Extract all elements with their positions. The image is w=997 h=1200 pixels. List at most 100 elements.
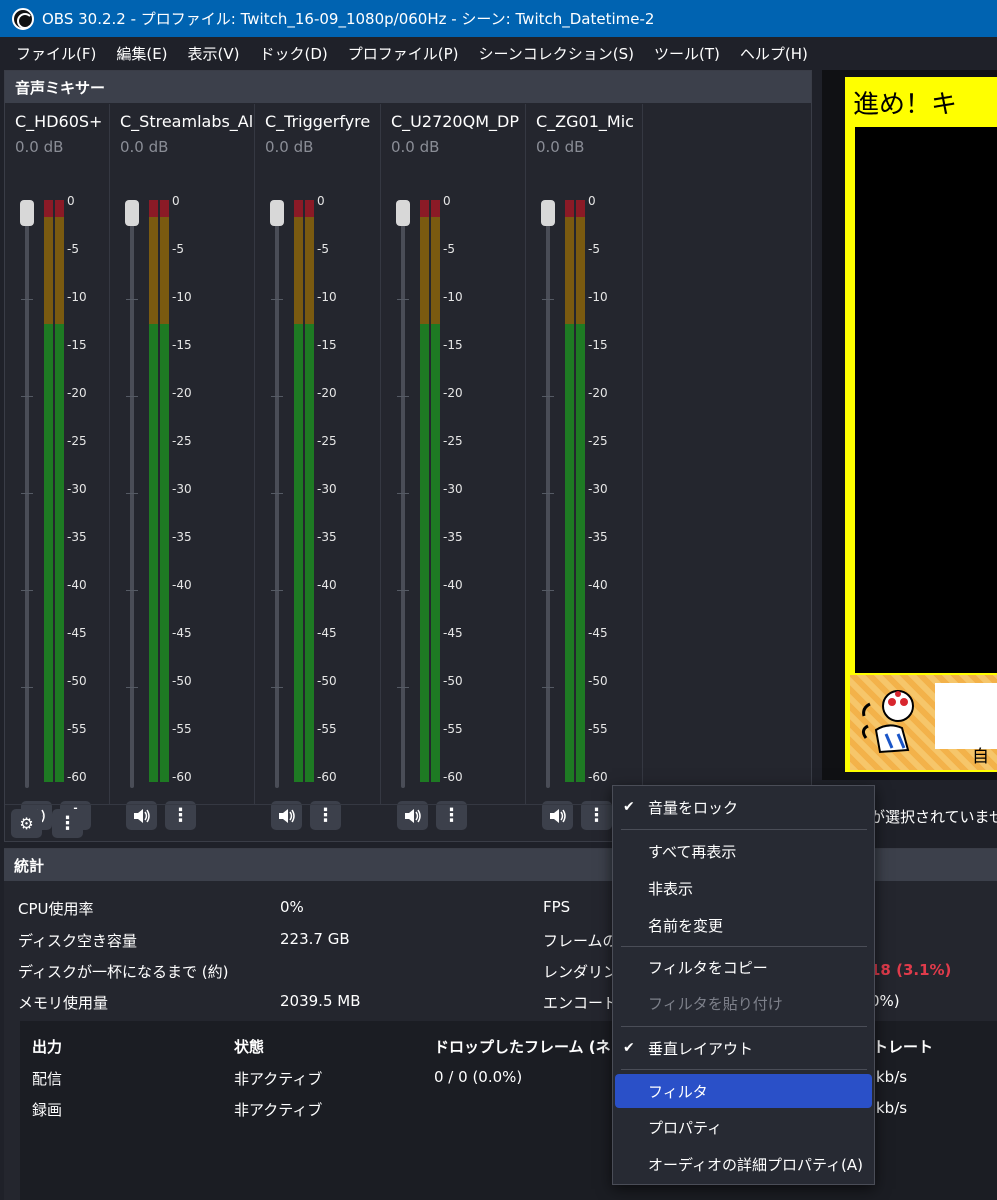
menu-separator xyxy=(621,1026,867,1027)
menu-item-properties[interactable]: プロパティ xyxy=(615,1110,872,1144)
volume-slider-handle[interactable] xyxy=(396,200,410,226)
meter-tick-label: -15 xyxy=(443,338,463,352)
volume-slider-handle[interactable] xyxy=(20,200,34,226)
menu-item-label: プロパティ xyxy=(648,1118,723,1137)
level-meter-left xyxy=(294,200,303,782)
output-header-state: 状態 xyxy=(234,1038,265,1056)
menu-edit[interactable]: 編集(E) xyxy=(106,43,177,64)
level-meter-left xyxy=(565,200,574,782)
meter-tick-label: -40 xyxy=(443,578,463,592)
volume-slider-track[interactable] xyxy=(275,202,279,788)
stat-value-disk: 223.7 GB xyxy=(280,930,350,948)
meter-tick-label: -25 xyxy=(443,434,463,448)
meter-tick-label: -10 xyxy=(588,290,608,304)
meter-tick-label: -30 xyxy=(317,482,337,496)
volume-slider-track[interactable] xyxy=(130,202,134,788)
meter-tick-label: -10 xyxy=(317,290,337,304)
menu-item-lock-volume[interactable]: ✔ 音量をロック xyxy=(615,790,872,824)
kebab-icon[interactable]: ⋮ xyxy=(52,809,83,838)
volume-slider-handle[interactable] xyxy=(125,200,139,226)
menu-item-copy-filters[interactable]: フィルタをコピー xyxy=(615,950,872,984)
meter-tick-label: -10 xyxy=(443,290,463,304)
gear-icon[interactable]: ⚙ xyxy=(11,809,42,838)
slider-tick xyxy=(397,687,409,688)
menu-separator xyxy=(621,946,867,947)
channel-db-readout: 0.0 dB xyxy=(391,138,440,156)
meter-tick-label: -30 xyxy=(172,482,192,496)
meter-tick-label: -60 xyxy=(317,770,337,784)
meter-tick-label: -45 xyxy=(172,626,192,640)
menu-item-filters[interactable]: フィルタ xyxy=(615,1074,872,1108)
slider-tick xyxy=(271,590,283,591)
menu-dock[interactable]: ドック(D) xyxy=(250,43,338,64)
meter-tick-label: -20 xyxy=(588,386,608,400)
level-meter-left xyxy=(149,200,158,782)
meter-tick-label: -10 xyxy=(172,290,192,304)
speech-bubble xyxy=(935,683,997,749)
stat-label-disk: ディスク空き容量 xyxy=(18,932,137,950)
menu-item-hide[interactable]: 非表示 xyxy=(615,871,872,905)
meter-tick-label: -55 xyxy=(317,722,337,736)
meter-tick-label: 0 xyxy=(317,194,325,208)
meter-tick-label: -45 xyxy=(588,626,608,640)
menu-help[interactable]: ヘルプ(H) xyxy=(730,43,818,64)
meter-tick-label: 0 xyxy=(67,194,75,208)
slider-tick xyxy=(271,687,283,688)
menu-view[interactable]: 表示(V) xyxy=(178,43,250,64)
level-meter-left xyxy=(44,200,53,782)
meter-tick-label: -35 xyxy=(317,530,337,544)
stat-value-memory: 2039.5 MB xyxy=(280,992,361,1010)
mixer-channel: C_Streamlabs_Al 0.0 dB 0 -5 -10 -15 -20 -25 -30 -… xyxy=(110,104,255,830)
volume-slider-track[interactable] xyxy=(25,202,29,788)
meter-tick-label: -20 xyxy=(172,386,192,400)
menu-item-advanced-audio-properties[interactable]: オーディオの詳細プロパティ(A) xyxy=(615,1147,872,1181)
slider-tick xyxy=(21,299,33,300)
output-row-record-bitrate: kb/s xyxy=(876,1099,908,1117)
stat-label-disk-full: ディスクが一杯になるまで (約) xyxy=(18,963,229,981)
meter-tick-label: -25 xyxy=(317,434,337,448)
meter-tick-label: -20 xyxy=(67,386,87,400)
slider-tick xyxy=(126,299,138,300)
mixer-channels: C_HD60S+ 0.0 dB 0 -5 -10 -15 -20 -25 -30 -35 -40 -4… xyxy=(5,104,643,830)
level-meter-left xyxy=(420,200,429,782)
meter-tick-label: -30 xyxy=(67,482,87,496)
channel-db-readout: 0.0 dB xyxy=(265,138,314,156)
volume-slider-track[interactable] xyxy=(546,202,550,788)
check-icon: ✔ xyxy=(623,799,635,815)
menu-scene-collection[interactable]: シーンコレクション(S) xyxy=(469,43,644,64)
menu-item-unhide-all[interactable]: すべて再表示 xyxy=(615,834,872,868)
volume-slider-handle[interactable] xyxy=(541,200,555,226)
meter-tick-label: -60 xyxy=(588,770,608,784)
meter-tick-label: -50 xyxy=(317,674,337,688)
meter-tick-label: -45 xyxy=(443,626,463,640)
audio-mixer-dock: 音声ミキサー C_HD60S+ 0.0 dB 0 -5 -10 -15 -20 -25 -30 -… xyxy=(4,70,812,842)
meter-tick-label: -50 xyxy=(172,674,192,688)
window-title: OBS 30.2.2 - プロファイル: Twitch_16-09_1080p/… xyxy=(42,10,655,28)
output-row-record-state: 非アクティブ xyxy=(234,1101,323,1119)
channel-name: C_Triggerfyre xyxy=(265,112,371,131)
volume-slider-handle[interactable] xyxy=(270,200,284,226)
meter-tick-label: -55 xyxy=(172,722,192,736)
slider-tick xyxy=(126,493,138,494)
meter-tick-label: -50 xyxy=(443,674,463,688)
meter-tick-label: -25 xyxy=(67,434,87,448)
level-meter-right xyxy=(576,200,585,782)
menu-separator xyxy=(621,829,867,830)
slider-tick xyxy=(542,493,554,494)
stat-label-memory: メモリ使用量 xyxy=(18,994,109,1012)
menu-profile[interactable]: プロファイル(P) xyxy=(338,43,469,64)
menu-item-label: 名前を変更 xyxy=(648,916,724,935)
menu-file[interactable]: ファイル(F) xyxy=(6,43,106,64)
volume-slider-track[interactable] xyxy=(401,202,405,788)
menu-tools[interactable]: ツール(T) xyxy=(644,43,730,64)
slider-tick xyxy=(126,590,138,591)
menu-item-rename[interactable]: 名前を変更 xyxy=(615,908,872,942)
slider-tick xyxy=(271,396,283,397)
menu-separator xyxy=(621,1069,867,1070)
mixer-channel: C_Triggerfyre 0.0 dB 0 -5 -10 -15 -20 -25 -30 -35… xyxy=(255,104,381,830)
menu-item-vertical-layout[interactable]: ✔ 垂直レイアウト xyxy=(615,1031,872,1065)
meter-tick-label: -5 xyxy=(317,242,329,256)
menu-item-label: フィルタを貼り付け xyxy=(648,994,783,1013)
slider-tick xyxy=(542,299,554,300)
slider-tick xyxy=(542,687,554,688)
